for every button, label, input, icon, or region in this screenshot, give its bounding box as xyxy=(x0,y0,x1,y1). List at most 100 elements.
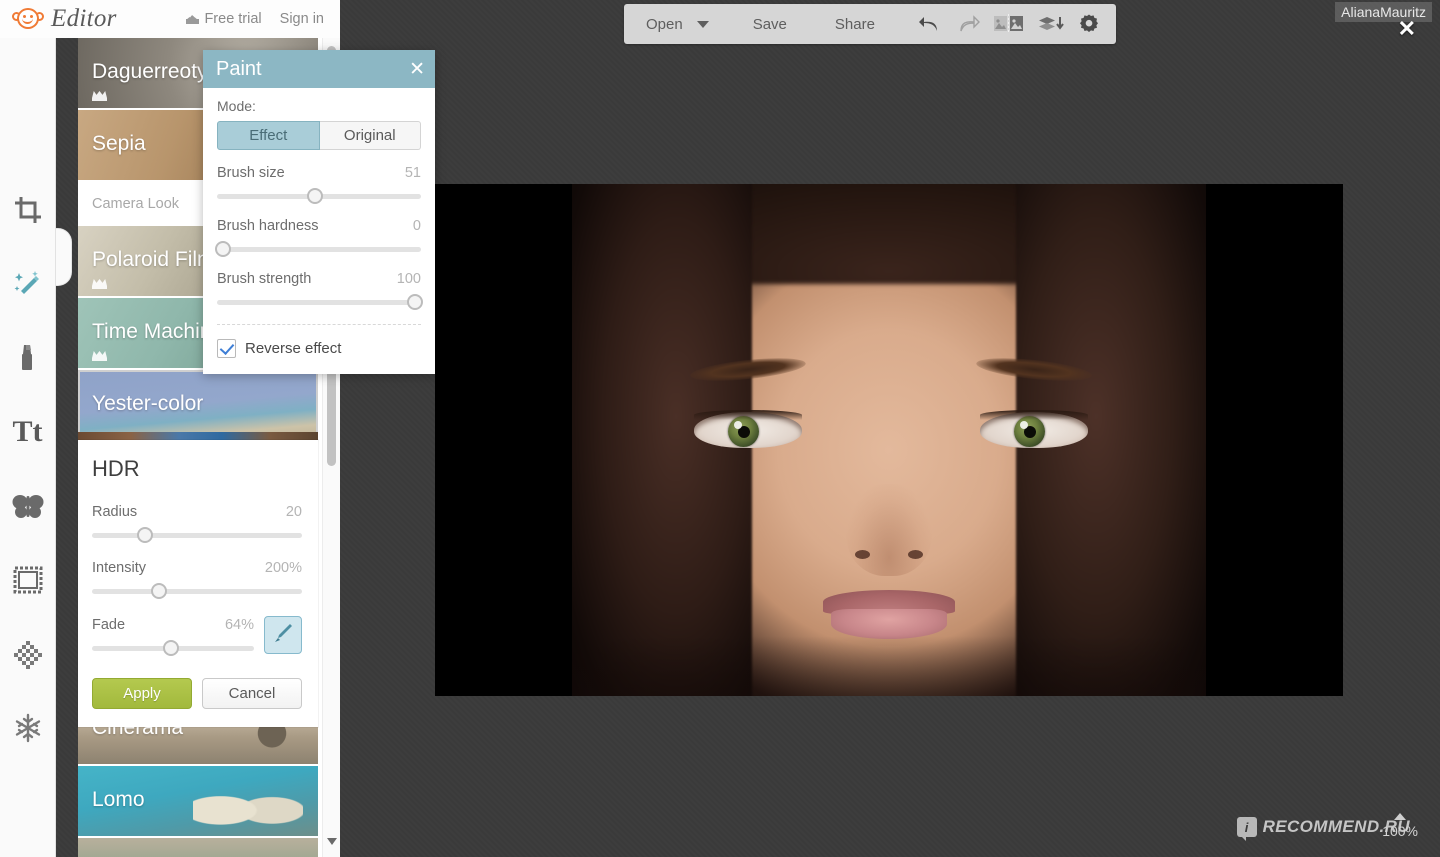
effect-item-lomo[interactable]: Lomo xyxy=(78,766,318,838)
paint-dialog: Paint ✕ Mode: Effect Original Brush size… xyxy=(203,50,435,374)
hdr-intensity-control: Intensity 200% xyxy=(92,560,302,599)
cancel-button[interactable]: Cancel xyxy=(202,678,302,709)
chevron-down-icon[interactable] xyxy=(327,838,337,845)
hdr-intensity-slider[interactable] xyxy=(92,583,302,599)
nostril-right xyxy=(908,550,923,559)
brand-title: Editor xyxy=(51,5,117,32)
rail-flyout-tab[interactable] xyxy=(56,228,72,286)
slider-thumb[interactable] xyxy=(406,294,423,310)
slider-thumb[interactable] xyxy=(163,640,180,656)
effect-label: Sepia xyxy=(92,132,146,155)
nostril-left xyxy=(855,550,870,559)
eye-glint-left xyxy=(734,421,742,429)
slider-track xyxy=(92,533,302,538)
zoom-indicator[interactable]: 100% xyxy=(1382,813,1418,839)
mode-option-original[interactable]: Original xyxy=(319,121,421,150)
touchup-tool[interactable] xyxy=(11,341,45,375)
brush-strength-value: 100 xyxy=(396,271,421,287)
slider-thumb[interactable] xyxy=(151,583,168,599)
before-after-compare-icon[interactable] xyxy=(994,14,1024,34)
share-button[interactable]: Share xyxy=(835,4,875,44)
chevron-up-icon[interactable] xyxy=(1394,813,1407,820)
eye-right xyxy=(980,406,1088,452)
crown-icon xyxy=(186,15,200,24)
crown-icon xyxy=(92,279,107,289)
brush-strength-label: Brush strength xyxy=(217,271,312,287)
hdr-actions: Apply Cancel xyxy=(92,678,302,709)
crop-tool[interactable] xyxy=(11,193,45,227)
free-trial-label: Free trial xyxy=(204,11,262,27)
mode-option-effect[interactable]: Effect xyxy=(217,121,320,150)
hdr-panel: HDR Radius 20 Intensity 200% Fade 64% Ap… xyxy=(78,440,318,727)
slider-track xyxy=(217,247,421,252)
chin-shadow xyxy=(572,636,1206,696)
monkey-logo-icon xyxy=(12,6,44,32)
sign-in-link[interactable]: Sign in xyxy=(280,11,324,27)
eyelash-right xyxy=(980,410,1088,420)
watermark-badge: i xyxy=(1236,817,1257,841)
main-toolbar: Open Save Share xyxy=(624,4,1116,44)
open-button[interactable]: Open xyxy=(624,4,683,44)
apply-button[interactable]: Apply xyxy=(92,678,192,709)
eyelash-left xyxy=(694,410,802,420)
brush-strength-control: Brush strength 100 xyxy=(217,271,423,310)
reverse-effect-row[interactable]: Reverse effect xyxy=(203,325,435,374)
redo-arrow-icon[interactable] xyxy=(956,14,980,34)
portrait-photo xyxy=(572,184,1206,696)
logo-area[interactable]: Editor xyxy=(0,5,117,33)
paint-dialog-header: Paint ✕ xyxy=(203,50,435,88)
overlays-tool[interactable] xyxy=(11,489,45,523)
brush-size-slider[interactable] xyxy=(217,188,421,204)
eye-glint-right xyxy=(1020,421,1028,429)
chevron-down-icon[interactable] xyxy=(696,20,709,28)
slider-track xyxy=(92,589,302,594)
gear-icon[interactable] xyxy=(1078,13,1100,35)
crown-icon xyxy=(92,351,107,361)
free-trial-link[interactable]: Free trial xyxy=(186,11,262,27)
reverse-effect-label: Reverse effect xyxy=(245,340,342,357)
effect-item-salt[interactable]: Salt xyxy=(78,838,318,857)
effects-tool[interactable] xyxy=(11,267,45,301)
paint-dialog-title: Paint xyxy=(216,57,262,80)
image-canvas[interactable] xyxy=(435,184,1343,696)
slider-thumb[interactable] xyxy=(136,527,153,543)
hdr-fade-slider[interactable] xyxy=(92,640,254,656)
save-button[interactable]: Save xyxy=(753,4,787,44)
header-links: Free trial Sign in xyxy=(186,11,340,27)
effect-label: Polaroid Film xyxy=(92,248,215,271)
seasonal-tool[interactable] xyxy=(11,711,45,745)
slider-thumb[interactable] xyxy=(215,241,232,257)
text-tool[interactable]: Tt xyxy=(11,415,45,449)
paintbrush-icon xyxy=(272,622,294,649)
brush-strength-slider[interactable] xyxy=(217,294,423,310)
hdr-title: HDR xyxy=(92,456,140,481)
close-icon[interactable]: ✕ xyxy=(409,60,425,79)
save-label: Save xyxy=(752,15,787,33)
eye-left xyxy=(694,406,802,452)
slider-thumb[interactable] xyxy=(306,188,323,204)
user-name-label: AlianaMauritz xyxy=(1335,2,1432,22)
open-label: Open xyxy=(646,15,683,33)
zoom-level-label: 100% xyxy=(1382,823,1418,839)
lips-region xyxy=(823,590,955,642)
undo-arrow-icon[interactable] xyxy=(918,14,942,34)
hdr-radius-slider[interactable] xyxy=(92,527,302,543)
hdr-fade-label: Fade xyxy=(92,617,126,633)
brush-size-value: 51 xyxy=(404,165,421,181)
effect-item-yester-color[interactable]: Yester-color xyxy=(78,370,318,448)
layers-download-icon[interactable] xyxy=(1038,14,1064,34)
textures-tool[interactable] xyxy=(11,637,45,671)
frames-tool[interactable] xyxy=(11,563,45,597)
brush-hardness-value: 0 xyxy=(412,218,421,234)
reverse-effect-checkbox[interactable] xyxy=(217,339,236,358)
lower-lip xyxy=(831,609,947,639)
hdr-fade-value: 64% xyxy=(224,617,254,633)
brush-hardness-slider[interactable] xyxy=(215,241,421,257)
effect-label: Lomo xyxy=(92,788,145,811)
mode-segmented-control: Effect Original xyxy=(217,121,421,150)
paintbrush-button[interactable] xyxy=(264,616,302,654)
close-icon[interactable]: ✕ xyxy=(1398,16,1416,42)
paint-dialog-body: Mode: Effect Original Brush size 51 Brus… xyxy=(203,88,435,325)
nose-region xyxy=(846,484,932,576)
hdr-intensity-label: Intensity xyxy=(92,560,146,576)
